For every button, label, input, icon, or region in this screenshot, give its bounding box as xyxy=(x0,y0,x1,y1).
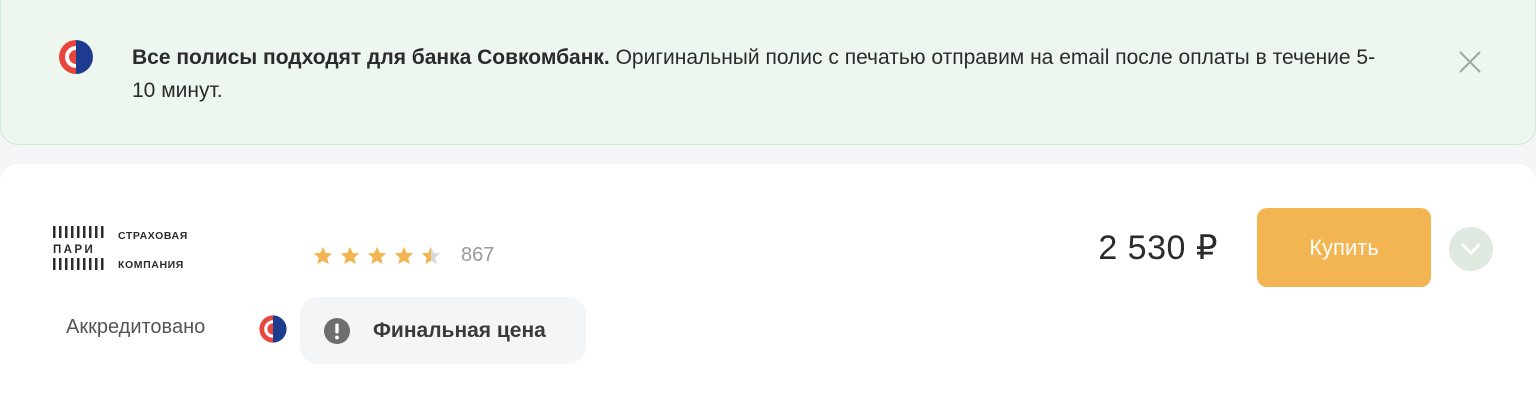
rating-count: 867 xyxy=(461,244,495,266)
pari-brand-text: ПАРИ xyxy=(53,244,95,256)
pari-line2-text: КОМПАНИЯ xyxy=(118,259,184,271)
final-price-badge[interactable]: Финальная цена xyxy=(300,297,586,364)
close-icon[interactable] xyxy=(1456,48,1484,76)
star-icon xyxy=(367,246,387,264)
star-icon xyxy=(394,246,414,264)
sovcombank-logo-icon xyxy=(59,40,93,74)
star-icon xyxy=(313,246,333,264)
banner-bold-text: Все полисы подходят для банка Совкомбанк… xyxy=(132,46,610,69)
half-star-icon xyxy=(421,246,441,264)
accredited-label: Аккредитовано xyxy=(66,316,206,338)
final-price-label: Финальная цена xyxy=(373,318,546,342)
banner-text: Все полисы подходят для банка Совкомбанк… xyxy=(132,41,1392,107)
chevron-down-icon[interactable] xyxy=(1449,227,1493,271)
notification-banner: Все полисы подходят для банка Совкомбанк… xyxy=(0,0,1536,145)
star-icon xyxy=(340,246,360,264)
price: 2 530 ₽ xyxy=(1098,229,1218,267)
rating: 867 xyxy=(312,244,494,267)
offer-card: ПАРИ СТРАХОВАЯ КОМПАНИЯ 867 Аккредитован… xyxy=(0,164,1536,407)
sovcombank-logo-icon xyxy=(259,315,287,343)
exclamation-icon xyxy=(324,317,350,344)
buy-button[interactable]: Купить xyxy=(1257,208,1431,287)
pari-line1-text: СТРАХОВАЯ xyxy=(118,230,188,242)
pari-insurer-logo: ПАРИ СТРАХОВАЯ КОМПАНИЯ xyxy=(53,226,188,271)
